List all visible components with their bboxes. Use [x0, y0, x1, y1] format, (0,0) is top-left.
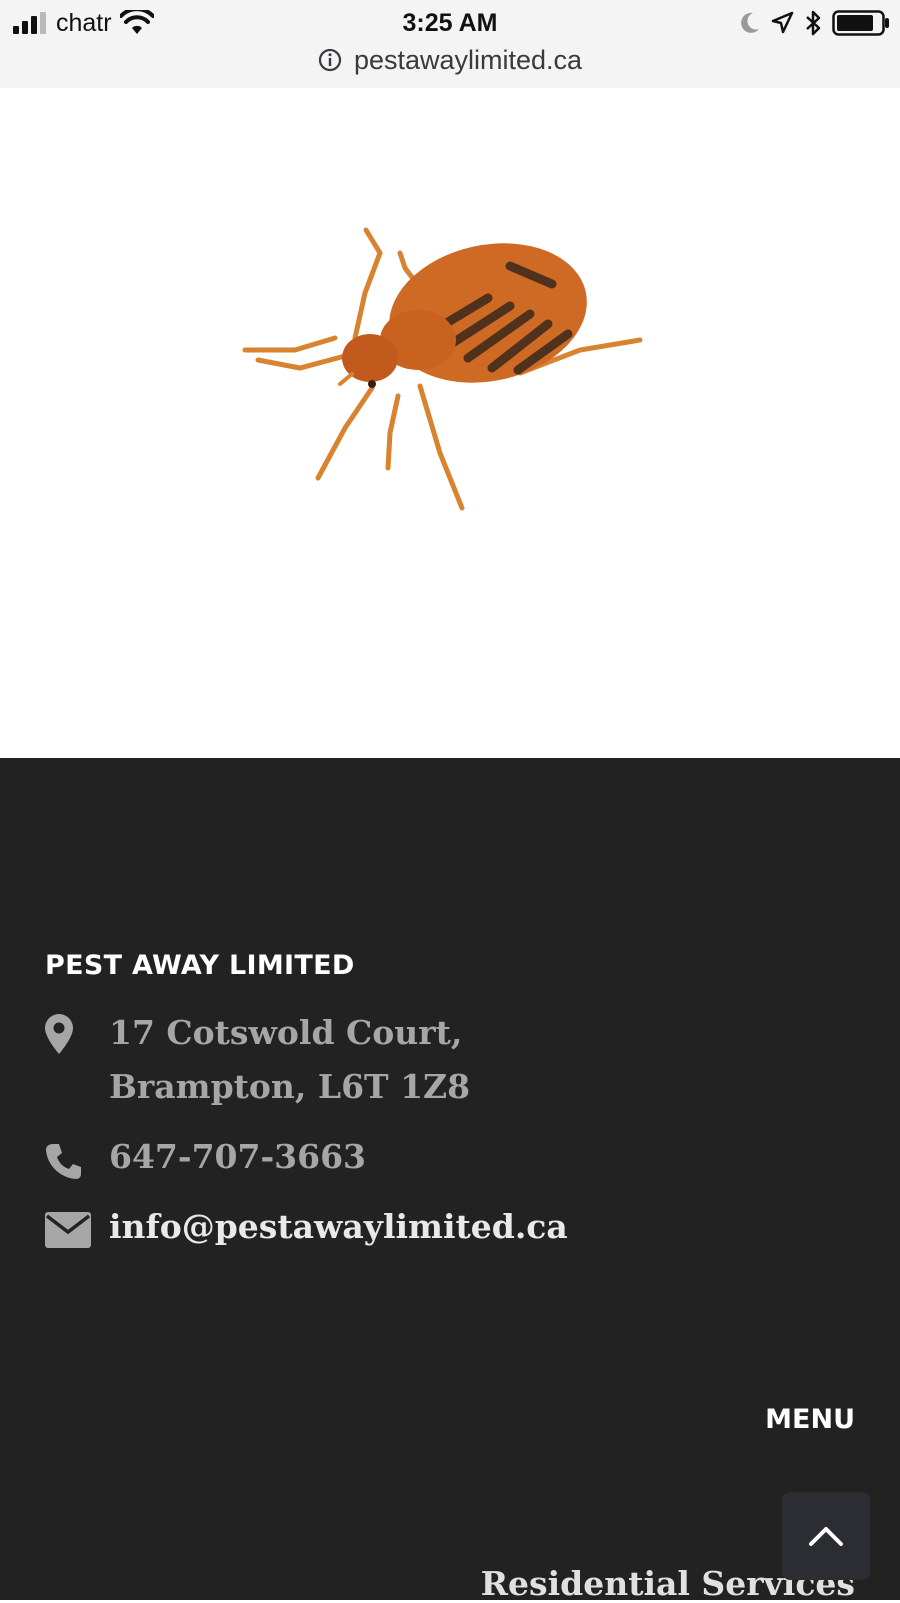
chevron-up-icon [809, 1527, 843, 1546]
status-right [738, 6, 890, 40]
battery-icon [832, 10, 889, 36]
address-bar[interactable]: pestawaylimited.ca [0, 42, 900, 78]
envelope-icon [45, 1212, 91, 1248]
bluetooth-icon [806, 10, 821, 36]
contact-email[interactable]: info@pestawaylimited.ca [45, 1200, 568, 1254]
map-pin-icon-wrap [45, 1006, 109, 1054]
hero-section [0, 88, 900, 758]
site-footer: PEST AWAY LIMITED 17 Cotswold Court, Bra… [0, 758, 900, 1603]
location-arrow-icon [771, 11, 794, 34]
url-text[interactable]: pestawaylimited.ca [354, 45, 582, 76]
status-bar: chatr 3:25 AM pestawaylimited.ca [0, 0, 900, 88]
address-text: 17 Cotswold Court, Brampton, L6T 1Z8 [109, 1006, 470, 1114]
phone-icon [46, 1144, 81, 1179]
footer-menu-title: MENU [765, 1404, 855, 1435]
info-icon[interactable] [318, 48, 342, 72]
back-to-top-button[interactable] [782, 1492, 870, 1580]
map-pin-icon [45, 1014, 73, 1054]
contact-address: 17 Cotswold Court, Brampton, L6T 1Z8 [45, 1006, 470, 1114]
contact-phone[interactable]: 647-707-3663 [45, 1130, 366, 1184]
address-line-1: 17 Cotswold Court, [109, 1013, 463, 1052]
footer-company-name: PEST AWAY LIMITED [45, 950, 355, 981]
envelope-icon-wrap [45, 1200, 109, 1248]
email-link[interactable]: info@pestawaylimited.ca [109, 1200, 568, 1254]
address-line-2: Brampton, L6T 1Z8 [109, 1067, 471, 1106]
phone-number[interactable]: 647-707-3663 [109, 1130, 366, 1184]
bed-bug-photo [242, 227, 643, 511]
moon-icon [741, 12, 759, 33]
phone-icon-wrap [45, 1130, 109, 1180]
